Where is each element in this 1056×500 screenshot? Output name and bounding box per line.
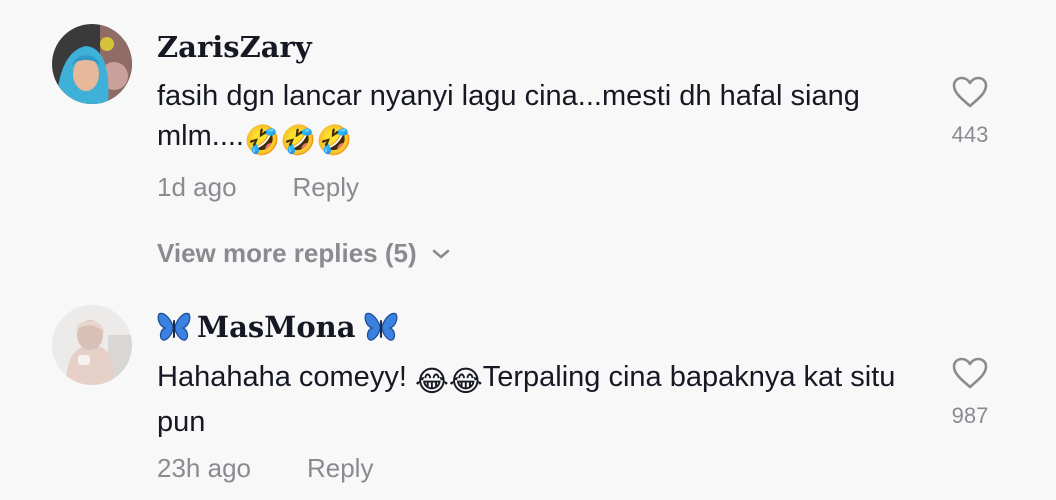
butterfly-icon — [157, 312, 191, 341]
rofl-emoji-icon: 🤣🤣🤣 — [244, 125, 353, 157]
comment-meta: 1d ago Reply — [157, 172, 359, 203]
chevron-down-icon — [432, 249, 449, 258]
avatar-image — [52, 24, 132, 104]
view-more-replies-label: View more replies (5) — [157, 238, 417, 268]
heart-icon — [952, 76, 988, 108]
butterfly-icon — [364, 312, 397, 341]
like-button[interactable]: 987 — [940, 357, 1000, 429]
heart-icon — [952, 357, 988, 389]
comment-text: fasih dgn lancar nyanyi lagu cina...mest… — [157, 76, 917, 161]
like-button[interactable]: 443 — [940, 76, 1000, 148]
view-more-replies-button[interactable]: View more replies (5) — [157, 238, 451, 269]
reply-button[interactable]: Reply — [293, 172, 359, 203]
comment-text: Hahahaha comeyy! 😂😂Terpaling cina bapakn… — [157, 361, 896, 438]
like-count: 443 — [951, 122, 989, 147]
avatar-image — [52, 305, 132, 385]
comment-timestamp: 23h ago — [157, 453, 251, 483]
like-count: 987 — [951, 403, 989, 428]
comment-username[interactable]: ZarisZary — [157, 30, 312, 64]
comment-meta: 23h ago Reply — [157, 453, 373, 484]
avatar[interactable] — [52, 24, 132, 104]
comment-timestamp: 1d ago — [157, 172, 237, 202]
reply-button[interactable]: Reply — [307, 453, 373, 484]
comment-username[interactable]: MasMona — [157, 310, 398, 344]
avatar[interactable] — [52, 305, 132, 385]
tears-of-joy-emoji-icon: 😂😂 — [414, 366, 483, 398]
